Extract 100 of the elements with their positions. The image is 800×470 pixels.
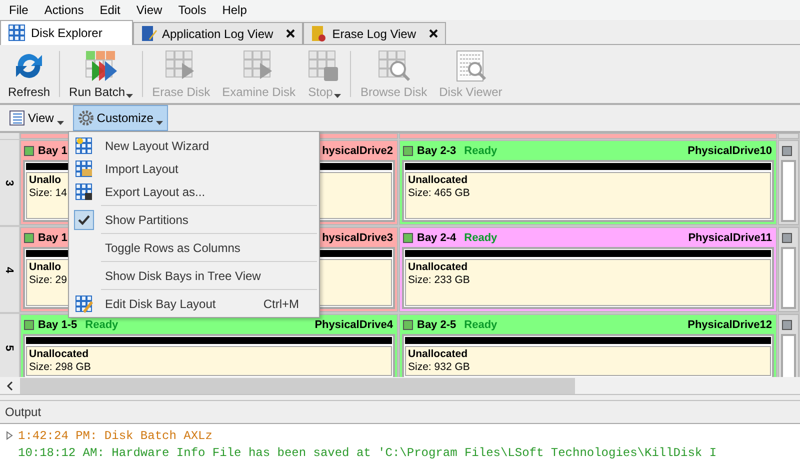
- close-icon[interactable]: [429, 29, 438, 38]
- status-square-icon: [24, 320, 34, 330]
- tab[interactable]: Application Log View: [133, 22, 304, 44]
- list-icon: [9, 110, 25, 126]
- drive-name: hysicalDrive3: [322, 232, 393, 244]
- drive-name: hysicalDrive2: [322, 145, 393, 157]
- toolbar-button[interactable]: Run Batch: [65, 47, 138, 101]
- partition-size: Size: 465 GB: [408, 187, 470, 200]
- partition-box[interactable]: Unallocated Size: 465 GB: [405, 172, 771, 219]
- row-header: [0, 133, 19, 139]
- partition-size: Size: 298 GB: [29, 361, 91, 374]
- menu-item[interactable]: Edit Disk Bay Layout Ctrl+M: [71, 292, 317, 315]
- bay-status: Ready: [85, 319, 118, 331]
- status-square-icon: [782, 320, 792, 330]
- status-square-icon: [782, 146, 792, 156]
- caret-icon: [156, 121, 164, 125]
- partition-name: Unallocated: [408, 174, 468, 187]
- menu-item[interactable]: Edit: [92, 3, 130, 17]
- log-line: 10:18:12 AM: Hardware Info File has been saved at 'C:\Program Files\LSoft Technologies\KillDisk I: [18, 446, 717, 460]
- tab[interactable]: Erase Log View: [303, 22, 446, 44]
- partition-box[interactable]: Unallocated Size: 298 GB: [26, 346, 392, 376]
- drive-name: PhysicalDrive11: [688, 232, 772, 244]
- bay-title: Bay 1-5: [38, 319, 78, 331]
- disk-bay[interactable]: [778, 314, 799, 377]
- disk-panel: [781, 334, 796, 377]
- status-square-icon: [403, 233, 413, 243]
- partition-size: Size: 932 GB: [408, 361, 470, 374]
- toolbar-button[interactable]: Customize: [72, 105, 168, 131]
- bay-title: Bay 1: [38, 145, 68, 157]
- toolbar-button[interactable]: Refresh: [4, 47, 54, 101]
- scrollbar-thumb[interactable]: [20, 378, 575, 394]
- tab[interactable]: Disk Explorer: [0, 20, 133, 45]
- bay-status: Ready: [464, 319, 498, 331]
- bay-title: Bay 2-4: [417, 232, 456, 244]
- menu-item[interactable]: Help: [215, 3, 256, 17]
- gear-icon: [78, 110, 94, 126]
- menu-item[interactable]: New Layout Wizard: [71, 134, 317, 157]
- expand-arrow-icon[interactable]: [6, 431, 13, 440]
- menu-item[interactable]: Show Disk Bays in Tree View: [71, 264, 317, 287]
- menu-item[interactable]: Actions: [37, 3, 93, 17]
- row-header: 5: [0, 314, 19, 377]
- disk-bay[interactable]: [778, 140, 799, 225]
- tab-label: Application Log View: [162, 26, 274, 40]
- row-header: 4: [0, 227, 19, 312]
- menu-item[interactable]: Show Partitions: [71, 208, 317, 231]
- partition-name: Unallocated: [408, 261, 468, 274]
- partition-size: Size: 29: [29, 274, 67, 287]
- status-square-icon: [24, 146, 34, 156]
- disk-bay[interactable]: Bay 2-5 Ready PhysicalDrive12 Unallocated Size: 932 GB: [399, 314, 777, 377]
- disk-panel: [781, 160, 796, 222]
- check-icon: [78, 214, 90, 224]
- menu-item[interactable]: Tools: [171, 3, 216, 17]
- drive-name: PhysicalDrive12: [688, 319, 772, 331]
- menu-item[interactable]: Toggle Rows as Columns: [71, 236, 317, 259]
- bay-title: Bay 2-5: [417, 319, 456, 331]
- partition-name: Unallo: [29, 261, 62, 274]
- grid-disk-icon: [75, 182, 93, 200]
- disk-bay[interactable]: [778, 227, 799, 312]
- drive-name: PhysicalDrive10: [688, 145, 772, 157]
- caret-icon: [56, 121, 64, 125]
- book-pencil-icon: [141, 24, 157, 42]
- bay-status: Ready: [464, 232, 498, 244]
- bay-status: Ready: [464, 145, 498, 157]
- row-header: 3: [0, 140, 19, 225]
- output-title: Output: [5, 405, 42, 419]
- tab-label: Disk Explorer: [31, 26, 102, 40]
- horizontal-scrollbar[interactable]: [0, 377, 800, 395]
- menu-item[interactable]: Import Layout: [71, 157, 317, 180]
- status-square-icon: [782, 233, 792, 243]
- document-magnifier-icon: [454, 49, 488, 83]
- shortcut: Ctrl+M: [263, 296, 299, 310]
- menu-item[interactable]: View: [129, 3, 172, 17]
- status-square-icon: [24, 233, 34, 243]
- disk-bay[interactable]: Bay 2-3 Ready PhysicalDrive10 Unallocated Size: 465 GB: [399, 140, 777, 225]
- tab-label: Erase Log View: [332, 26, 416, 40]
- grid-play-icon: [84, 49, 118, 83]
- grid-folder-icon: [75, 160, 93, 178]
- disk-panel: [781, 247, 796, 309]
- grid-magnifier-icon: [376, 49, 411, 83]
- partition-name: Unallo: [29, 174, 62, 187]
- partition-size: Size: 14: [29, 187, 67, 200]
- drive-name: PhysicalDrive4: [314, 319, 393, 331]
- disk-bay[interactable]: Bay 1-5 Ready PhysicalDrive4 Unallocated Size: 298 GB: [20, 314, 398, 377]
- menu-item[interactable]: File: [2, 3, 38, 17]
- partition-name: Unallocated: [29, 348, 89, 361]
- bay-title: Bay 2-3: [417, 145, 456, 157]
- grid-pencil-icon: [75, 294, 93, 312]
- menu-item[interactable]: Export Layout as...: [71, 180, 317, 203]
- status-square-icon: [403, 320, 413, 330]
- close-icon[interactable]: [286, 29, 296, 38]
- partition-box[interactable]: Unallocated Size: 233 GB: [405, 259, 771, 306]
- status-square-icon: [403, 146, 413, 156]
- grid-icon: [8, 24, 26, 42]
- log-line: 1:42:24 PM: Disk Batch AXLz: [18, 428, 212, 442]
- grid-star-icon: [75, 136, 93, 154]
- bay-title: Bay 1: [38, 232, 68, 244]
- book-seal-icon: [311, 24, 328, 42]
- disk-bay[interactable]: Bay 2-4 Ready PhysicalDrive11 Unallocated Size: 233 GB: [399, 227, 777, 312]
- toolbar-button[interactable]: View: [4, 105, 69, 131]
- partition-box[interactable]: Unallocated Size: 932 GB: [405, 346, 771, 376]
